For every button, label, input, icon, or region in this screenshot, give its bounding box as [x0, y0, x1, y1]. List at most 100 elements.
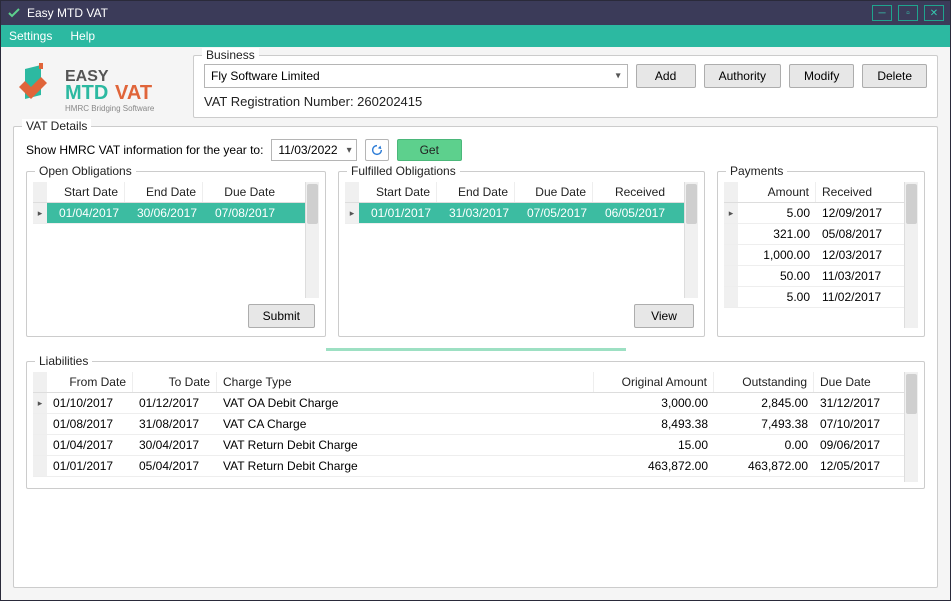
- app-icon: [7, 6, 21, 20]
- top-row: EASY MTD VAT HMRC Bridging Software Busi…: [13, 55, 938, 118]
- liab-h-to: To Date: [133, 372, 217, 392]
- logo-tagline: HMRC Bridging Software: [65, 104, 155, 113]
- chevron-down-icon: ▾: [347, 145, 352, 156]
- payments-h-recv: Received: [816, 182, 904, 202]
- table-row[interactable]: 50.0011/03/2017: [724, 266, 904, 287]
- table-row[interactable]: 5.0011/02/2017: [724, 287, 904, 308]
- cell-due: 09/06/2017: [814, 435, 904, 455]
- cell-charge: VAT Return Debit Charge: [217, 456, 594, 476]
- business-group: Business Fly Software Limited ▾ Add Auth…: [193, 55, 938, 118]
- cell-orig: 3,000.00: [594, 393, 714, 413]
- year-date-select[interactable]: 11/03/2022 ▾: [271, 139, 356, 161]
- business-select[interactable]: Fly Software Limited ▾: [204, 64, 628, 88]
- table-row[interactable]: ▸01/04/201730/06/201707/08/2017: [33, 203, 305, 224]
- cell-recv: 05/08/2017: [816, 224, 904, 244]
- vat-details-group: VAT Details Show HMRC VAT information fo…: [13, 126, 938, 588]
- cell-from: 01/10/2017: [47, 393, 133, 413]
- cell-amount: 5.00: [738, 287, 816, 307]
- cell-to: 30/04/2017: [133, 435, 217, 455]
- cell-out: 7,493.38: [714, 414, 814, 434]
- open-obligations-panel: Open Obligations Start Date End Date Due…: [26, 171, 326, 337]
- table-row[interactable]: 01/04/201730/04/2017VAT Return Debit Cha…: [33, 435, 904, 456]
- cell-end: 31/03/2017: [437, 203, 515, 223]
- payments-grid: Amount Received ▸5.0012/09/2017321.0005/…: [724, 182, 904, 328]
- cell-start: 01/01/2017: [359, 203, 437, 223]
- panels-row: Open Obligations Start Date End Date Due…: [26, 171, 925, 337]
- minimize-button[interactable]: ─: [872, 5, 892, 21]
- payments-h-amount: Amount: [738, 182, 816, 202]
- get-button[interactable]: Get: [397, 139, 462, 161]
- logo-mtd: MTD: [65, 82, 108, 104]
- maximize-button[interactable]: ▫: [898, 5, 918, 21]
- table-row[interactable]: 321.0005/08/2017: [724, 224, 904, 245]
- scrollbar[interactable]: [904, 372, 918, 482]
- table-row[interactable]: ▸5.0012/09/2017: [724, 203, 904, 224]
- authority-button[interactable]: Authority: [704, 64, 781, 88]
- open-h-end: End Date: [125, 182, 203, 202]
- table-row[interactable]: 1,000.0012/03/2017: [724, 245, 904, 266]
- fulfilled-obligations-panel: Fulfilled Obligations Start Date End Dat…: [338, 171, 705, 337]
- cell-orig: 8,493.38: [594, 414, 714, 434]
- table-row[interactable]: 01/01/201705/04/2017VAT Return Debit Cha…: [33, 456, 904, 477]
- refresh-button[interactable]: [365, 139, 389, 161]
- fulfilled-h-recv: Received: [593, 182, 671, 202]
- submit-button[interactable]: Submit: [248, 304, 315, 328]
- titlebar: Easy MTD VAT ─ ▫ ✕: [1, 1, 950, 25]
- fulfilled-h-due: Due Date: [515, 182, 593, 202]
- logo-vat: VAT: [115, 82, 152, 104]
- scrollbar[interactable]: [305, 182, 319, 298]
- cell-recv: 06/05/2017: [593, 203, 671, 223]
- show-info-text: Show HMRC VAT information for the year t…: [26, 143, 263, 157]
- app-window: Easy MTD VAT ─ ▫ ✕ Settings Help EASY MT…: [0, 0, 951, 601]
- window-controls: ─ ▫ ✕: [872, 5, 944, 21]
- close-button[interactable]: ✕: [924, 5, 944, 21]
- cell-to: 31/08/2017: [133, 414, 217, 434]
- content: EASY MTD VAT HMRC Bridging Software Busi…: [1, 47, 950, 600]
- liab-h-due: Due Date: [814, 372, 904, 392]
- cell-recv: 11/02/2017: [816, 287, 904, 307]
- menu-settings[interactable]: Settings: [9, 29, 52, 43]
- fulfilled-grid: Start Date End Date Due Date Received ▸0…: [345, 182, 684, 298]
- cell-from: 01/01/2017: [47, 456, 133, 476]
- cell-to: 01/12/2017: [133, 393, 217, 413]
- add-button[interactable]: Add: [636, 64, 696, 88]
- cell-due: 07/08/2017: [203, 203, 281, 223]
- year-date-value: 11/03/2022: [278, 143, 337, 157]
- splitter[interactable]: [26, 347, 925, 351]
- scrollbar[interactable]: [684, 182, 698, 298]
- open-h-start: Start Date: [47, 182, 125, 202]
- liabilities-grid: From Date To Date Charge Type Original A…: [33, 372, 904, 482]
- scrollbar[interactable]: [904, 182, 918, 328]
- cell-due: 07/10/2017: [814, 414, 904, 434]
- cell-to: 05/04/2017: [133, 456, 217, 476]
- liab-h-out: Outstanding: [714, 372, 814, 392]
- open-label: Open Obligations: [35, 164, 136, 178]
- cell-start: 01/04/2017: [47, 203, 125, 223]
- cell-orig: 15.00: [594, 435, 714, 455]
- delete-button[interactable]: Delete: [862, 64, 927, 88]
- cell-orig: 463,872.00: [594, 456, 714, 476]
- payments-label: Payments: [726, 164, 787, 178]
- table-row[interactable]: 01/08/201731/08/2017VAT CA Charge8,493.3…: [33, 414, 904, 435]
- table-row[interactable]: ▸01/10/201701/12/2017VAT OA Debit Charge…: [33, 393, 904, 414]
- cell-charge: VAT CA Charge: [217, 414, 594, 434]
- view-button[interactable]: View: [634, 304, 694, 328]
- cell-due: 31/12/2017: [814, 393, 904, 413]
- cell-recv: 12/09/2017: [816, 203, 904, 223]
- open-h-due: Due Date: [203, 182, 281, 202]
- liabilities-panel: Liabilities From Date To Date Charge Typ…: [26, 361, 925, 489]
- payments-panel: Payments Amount Received ▸5.0012/09/2017…: [717, 171, 925, 337]
- business-selected: Fly Software Limited: [211, 69, 320, 83]
- open-grid: Start Date End Date Due Date ▸01/04/2017…: [33, 182, 305, 298]
- table-row[interactable]: ▸01/01/201731/03/201707/05/201706/05/201…: [345, 203, 684, 224]
- modify-button[interactable]: Modify: [789, 64, 854, 88]
- cell-out: 463,872.00: [714, 456, 814, 476]
- logo: EASY MTD VAT HMRC Bridging Software: [13, 55, 183, 115]
- menu-help[interactable]: Help: [70, 29, 95, 43]
- cell-out: 0.00: [714, 435, 814, 455]
- liab-h-from: From Date: [47, 372, 133, 392]
- cell-end: 30/06/2017: [125, 203, 203, 223]
- fulfilled-h-end: End Date: [437, 182, 515, 202]
- refresh-icon: [370, 143, 384, 157]
- cell-amount: 321.00: [738, 224, 816, 244]
